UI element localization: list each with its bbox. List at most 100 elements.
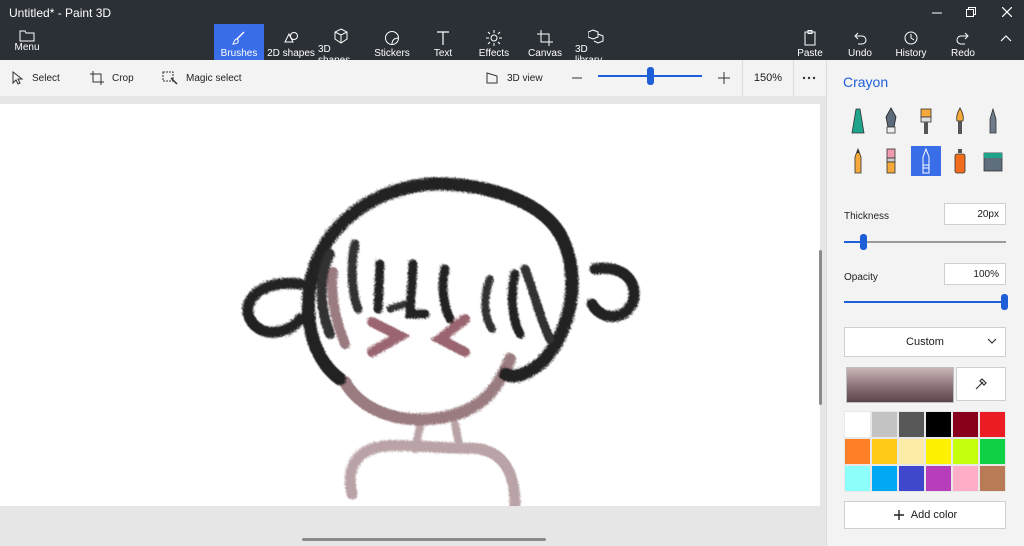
palette-swatch[interactable] [952,411,979,438]
thickness-slider-track[interactable] [844,241,1006,243]
crop-icon [90,71,104,85]
fill-brush[interactable] [978,146,1008,176]
palette-swatch[interactable] [898,465,925,492]
tool-effects[interactable]: Effects [474,24,514,60]
3d-library-icon [588,24,604,44]
eraser-brush[interactable] [876,146,906,176]
select-label: Select [32,72,60,84]
palette-swatch[interactable] [898,411,925,438]
magic-select-button[interactable]: Magic select [162,60,242,96]
3d-view-icon [486,72,498,84]
window-title: Untitled* - Paint 3D [9,6,112,20]
more-options-button[interactable] [802,60,816,96]
palette-swatch[interactable] [925,438,952,465]
tool-text[interactable]: Text [425,24,461,60]
3d-view-button[interactable]: 3D view [485,60,543,96]
select-button[interactable]: Select [12,60,60,96]
2d-shapes-icon [283,24,299,48]
vertical-scrollbar[interactable] [819,250,822,405]
text-icon [435,24,451,48]
calligraphy-pen-brush[interactable] [876,106,906,136]
crop-label: Crop [112,72,134,84]
secondary-toolbar: Select Crop Magic select 3D view [0,60,826,97]
3d-view-label: 3D view [507,72,543,84]
panel-title: Crayon [843,74,889,90]
crop-button[interactable]: Crop [90,60,134,96]
title-bar: Untitled* - Paint 3D Menu Brushes 2D sha… [0,0,1024,66]
paste-button[interactable]: Paste [796,24,824,60]
undo-button[interactable]: Undo [846,24,874,60]
brushes-panel: Crayon Thickness 20px Opacity 100% Custo… [826,60,1024,546]
marker-icon [851,108,865,134]
spray-can-icon [954,149,966,174]
watercolor-brush[interactable] [945,106,975,136]
palette-swatch[interactable] [844,465,871,492]
add-color-button[interactable]: Add color [844,501,1006,529]
eyedropper-button[interactable] [956,367,1006,401]
oil-brush[interactable] [911,106,941,136]
tool-brushes[interactable]: Brushes [214,24,264,60]
palette-swatch[interactable] [871,465,898,492]
opacity-input[interactable]: 100% [944,263,1006,285]
opacity-slider-thumb[interactable] [1001,294,1008,310]
pixel-pen-brush[interactable] [978,106,1008,136]
thickness-input[interactable]: 20px [944,203,1006,225]
redo-icon [955,24,971,48]
crayon-brush[interactable] [911,146,941,176]
undo-label: Undo [848,48,872,59]
oil-brush-icon [920,108,932,134]
opacity-label: Opacity [844,272,878,283]
horizontal-scrollbar[interactable] [302,538,546,541]
minimize-icon [932,12,942,14]
palette-swatch[interactable] [844,438,871,465]
palette-swatch[interactable] [844,411,871,438]
palette-swatch[interactable] [979,411,1006,438]
tool-stickers[interactable]: Stickers [372,24,412,60]
spray-can-brush[interactable] [945,146,975,176]
palette-swatch[interactable] [952,438,979,465]
tool-3d-library[interactable]: 3D library [575,24,617,66]
select-arrow-icon [12,71,24,85]
minimize-button[interactable] [920,0,954,24]
fill-bucket-icon [983,152,1003,172]
color-mode-dropdown[interactable]: Custom [844,327,1006,357]
close-button[interactable] [990,0,1024,24]
tool-label: Brushes [220,48,258,59]
zoom-in-button[interactable] [717,60,731,96]
opacity-slider-fill[interactable] [844,301,1004,303]
drawing [242,177,640,506]
history-button[interactable]: History [895,24,927,60]
undo-icon [852,24,868,48]
palette-swatch[interactable] [871,438,898,465]
thickness-slider-thumb[interactable] [860,234,868,250]
eraser-icon [886,148,896,174]
zoom-level[interactable]: 150% [742,60,794,96]
thickness-label: Thickness [844,211,890,222]
drawing-canvas[interactable] [0,104,820,506]
palette-swatch[interactable] [925,465,952,492]
tool-3d-shapes[interactable]: 3D shapes [318,24,364,66]
chevron-up-icon [1000,35,1012,42]
palette-swatch[interactable] [898,438,925,465]
tool-label: Stickers [374,48,410,59]
close-icon [1002,7,1012,17]
redo-button[interactable]: Redo [949,24,977,60]
palette-swatch[interactable] [871,411,898,438]
pencil-brush[interactable] [843,146,873,176]
maximize-button[interactable] [954,0,988,24]
tool-canvas[interactable]: Canvas [525,24,565,60]
current-color-swatch[interactable] [846,367,954,403]
menu-button[interactable]: Menu [8,28,46,58]
marker-brush[interactable] [843,106,873,136]
palette-swatch[interactable] [979,465,1006,492]
palette-swatch[interactable] [979,438,1006,465]
plus-icon [718,72,730,84]
palette-swatch[interactable] [952,465,979,492]
palette-swatch[interactable] [925,411,952,438]
zoom-slider-thumb[interactable] [647,67,654,85]
pixel-pen-icon [989,107,997,134]
zoom-out-button[interactable] [571,60,583,96]
paste-label: Paste [797,48,823,59]
tool-2d-shapes[interactable]: 2D shapes [266,24,316,60]
canvas-icon [537,24,553,48]
